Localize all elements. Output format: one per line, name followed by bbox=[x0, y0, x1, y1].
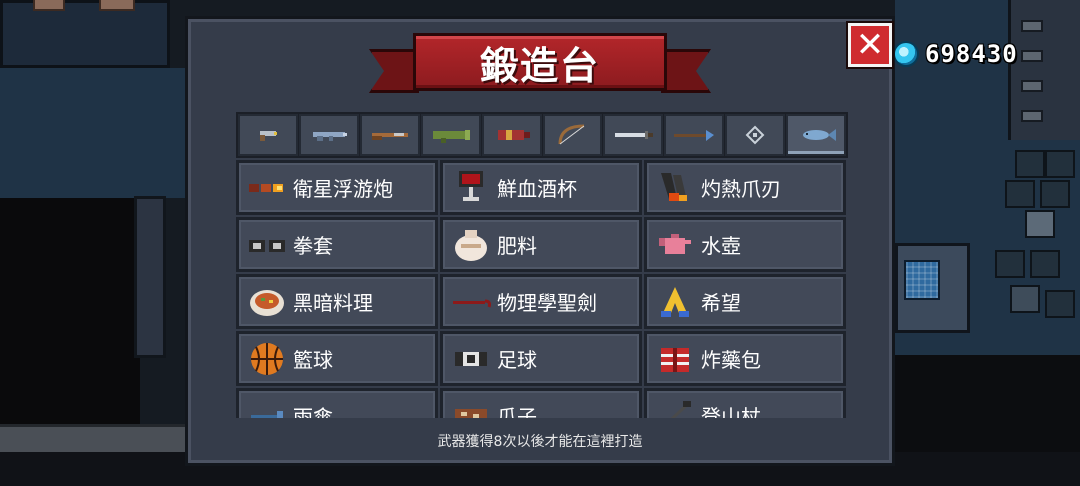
item-name: 水壺 bbox=[701, 234, 741, 258]
tab-fish[interactable] bbox=[786, 114, 847, 156]
tab-staff[interactable] bbox=[725, 114, 786, 156]
item-name: 物理學聖劍 bbox=[497, 291, 597, 315]
tab-sword[interactable] bbox=[603, 114, 664, 156]
kettle-icon bbox=[655, 226, 695, 264]
background-machine-screen bbox=[904, 260, 940, 300]
item-name: 籃球 bbox=[293, 348, 333, 372]
item-basketball[interactable]: 籃球 bbox=[236, 331, 438, 386]
item-name: 炸藥包 bbox=[701, 348, 761, 372]
hope-icon bbox=[655, 283, 695, 321]
pistol-icon bbox=[259, 131, 277, 141]
item-blood-goblet[interactable]: 鮮血酒杯 bbox=[440, 160, 642, 215]
soccer-ball-icon bbox=[451, 340, 491, 378]
hiking-pole-icon bbox=[655, 397, 695, 418]
spear-icon bbox=[674, 130, 715, 141]
tab-pistol[interactable] bbox=[238, 114, 298, 156]
sword-icon bbox=[615, 131, 654, 139]
background-machine bbox=[895, 243, 970, 333]
item-umbrella[interactable]: 雨傘 bbox=[236, 388, 438, 418]
crowbar-icon bbox=[451, 283, 491, 321]
background-dark-area bbox=[0, 198, 140, 428]
item-name: 灼熱爪刃 bbox=[701, 177, 781, 201]
item-scorching-claw[interactable]: 灼熱爪刃 bbox=[644, 160, 846, 215]
gem-icon bbox=[893, 41, 919, 67]
item-name: 衛星浮游炮 bbox=[293, 177, 393, 201]
item-name: 希望 bbox=[701, 291, 741, 315]
bow-icon bbox=[558, 124, 585, 145]
item-hiking-pole[interactable]: 登山杖 bbox=[644, 388, 846, 418]
gauntlet-icon bbox=[247, 226, 287, 264]
fish-icon bbox=[803, 129, 837, 141]
background-room-top bbox=[0, 0, 170, 68]
tab-launcher[interactable] bbox=[420, 114, 481, 156]
background-shelf bbox=[1008, 0, 1080, 140]
launcher-icon bbox=[432, 130, 470, 143]
fertilizer-bag-icon bbox=[451, 226, 491, 264]
item-list[interactable]: 衛星浮游炮 鮮血酒杯 灼熱爪刃 拳套 肥料 水壺 黑暗料理 物理學聖劍 希望 籃… bbox=[236, 160, 848, 418]
item-hope[interactable]: 希望 bbox=[644, 274, 846, 329]
panel-title: 鍛造台 bbox=[479, 43, 600, 88]
item-name: 鮮血酒杯 bbox=[497, 177, 577, 201]
close-icon: ✕ bbox=[855, 25, 885, 65]
banner-ribbon-right bbox=[661, 49, 711, 93]
melon-seeds-icon bbox=[451, 397, 491, 418]
item-name: 拳套 bbox=[293, 234, 333, 258]
tab-spear[interactable] bbox=[664, 114, 725, 156]
item-melon-seeds[interactable]: 瓜子 bbox=[440, 388, 642, 418]
tab-bow[interactable] bbox=[542, 114, 603, 156]
item-soccer-ball[interactable]: 足球 bbox=[440, 331, 642, 386]
item-name: 肥料 bbox=[497, 234, 537, 258]
tab-rifle[interactable] bbox=[298, 114, 359, 156]
dark-cuisine-icon bbox=[247, 283, 287, 321]
banner-plate: 鍛造台 bbox=[413, 33, 667, 91]
rocket-icon bbox=[497, 130, 530, 140]
item-fertilizer[interactable]: 肥料 bbox=[440, 217, 642, 272]
item-satellite-cannon[interactable]: 衛星浮游炮 bbox=[236, 160, 438, 215]
tab-shotgun[interactable] bbox=[359, 114, 420, 156]
item-name: 足球 bbox=[497, 348, 537, 372]
background-pillar bbox=[134, 196, 166, 358]
scorching-claw-icon bbox=[655, 169, 695, 207]
forge-requirement-note: 武器獲得8次以後才能在這裡打造 bbox=[437, 434, 643, 450]
rifle-icon bbox=[312, 132, 347, 141]
blood-goblet-icon bbox=[451, 169, 491, 207]
tab-rocket[interactable] bbox=[481, 114, 542, 156]
background-floor-left bbox=[0, 68, 185, 198]
umbrella-icon bbox=[247, 397, 287, 418]
banner-ribbon-left bbox=[369, 49, 419, 93]
satellite-cannon-icon bbox=[247, 169, 287, 207]
item-name: 黑暗料理 bbox=[293, 291, 373, 315]
item-grid: 衛星浮游炮 鮮血酒杯 灼熱爪刃 拳套 肥料 水壺 黑暗料理 物理學聖劍 希望 籃… bbox=[236, 160, 848, 418]
title-banner: 鍛造台 bbox=[369, 33, 711, 97]
background-crates bbox=[985, 150, 1080, 330]
dynamite-pack-icon bbox=[655, 340, 695, 378]
item-kettle[interactable]: 水壺 bbox=[644, 217, 846, 272]
item-name: 雨傘 bbox=[293, 405, 333, 418]
background-ledge bbox=[0, 424, 185, 452]
shotgun-icon bbox=[371, 133, 408, 140]
item-name: 登山杖 bbox=[701, 405, 761, 418]
item-dynamite-pack[interactable]: 炸藥包 bbox=[644, 331, 846, 386]
gem-counter: 698430 bbox=[893, 36, 1018, 72]
item-crowbar[interactable]: 物理學聖劍 bbox=[440, 274, 642, 329]
item-dark-cuisine[interactable]: 黑暗料理 bbox=[236, 274, 438, 329]
close-button[interactable]: ✕ bbox=[848, 23, 892, 67]
forge-panel: 鍛造台 ✕ 衛星浮游炮 鮮血酒杯 灼熱爪刃 拳套 肥料 水壺 黑暗料理 物理學聖… bbox=[185, 16, 895, 466]
weapon-category-tabs bbox=[236, 112, 848, 158]
item-name: 瓜子 bbox=[497, 405, 537, 418]
gem-count: 698430 bbox=[925, 40, 1018, 68]
staff-icon bbox=[745, 125, 765, 145]
item-gauntlet[interactable]: 拳套 bbox=[236, 217, 438, 272]
basketball-icon bbox=[247, 340, 287, 378]
